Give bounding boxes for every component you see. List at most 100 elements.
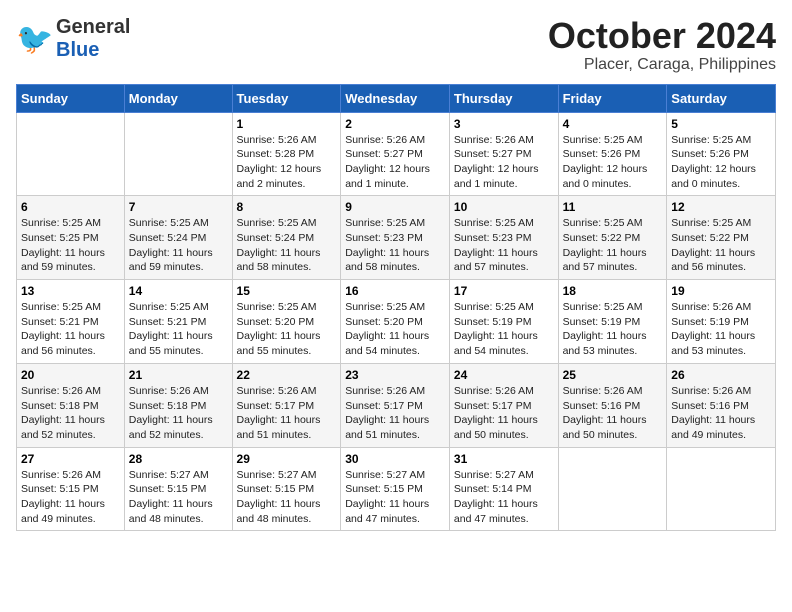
day-number: 9 [345,200,445,214]
day-info: Sunrise: 5:26 AMSunset: 5:18 PMDaylight:… [129,385,213,441]
day-number: 31 [454,452,554,466]
day-number: 23 [345,368,445,382]
day-info: Sunrise: 5:25 AMSunset: 5:22 PMDaylight:… [563,217,647,273]
day-number: 16 [345,284,445,298]
day-number: 17 [454,284,554,298]
day-info: Sunrise: 5:25 AMSunset: 5:24 PMDaylight:… [237,217,321,273]
day-number: 8 [237,200,337,214]
day-number: 18 [563,284,663,298]
day-number: 3 [454,117,554,131]
column-header-wednesday: Wednesday [341,84,450,112]
day-number: 19 [671,284,771,298]
day-info: Sunrise: 5:25 AMSunset: 5:24 PMDaylight:… [129,217,213,273]
page-header: 🐦 General Blue October 2024 Placer, Cara… [16,16,776,74]
day-number: 5 [671,117,771,131]
day-number: 20 [21,368,120,382]
day-number: 4 [563,117,663,131]
day-number: 13 [21,284,120,298]
day-info: Sunrise: 5:26 AMSunset: 5:15 PMDaylight:… [21,469,105,525]
day-info: Sunrise: 5:25 AMSunset: 5:21 PMDaylight:… [129,301,213,357]
calendar-cell: 26Sunrise: 5:26 AMSunset: 5:16 PMDayligh… [667,363,776,447]
svg-text:🐦: 🐦 [16,23,52,56]
day-number: 10 [454,200,554,214]
day-info: Sunrise: 5:25 AMSunset: 5:25 PMDaylight:… [21,217,105,273]
calendar-cell: 9 Sunrise: 5:25 AMSunset: 5:23 PMDaylight… [341,196,450,280]
logo: 🐦 General Blue [16,16,130,62]
day-number: 15 [237,284,337,298]
calendar-cell [667,447,776,531]
day-number: 21 [129,368,228,382]
day-number: 2 [345,117,445,131]
calendar-cell: 20 Sunrise: 5:26 AMSunset: 5:18 PMDayligh… [17,363,125,447]
day-number: 22 [237,368,337,382]
calendar-cell: 25Sunrise: 5:26 AMSunset: 5:16 PMDayligh… [558,363,667,447]
day-info: Sunrise: 5:26 AMSunset: 5:19 PMDaylight:… [671,301,755,357]
day-info: Sunrise: 5:25 AMSunset: 5:22 PMDaylight:… [671,217,755,273]
day-info: Sunrise: 5:26 AMSunset: 5:27 PMDaylight:… [345,134,430,190]
calendar-cell: 18 Sunrise: 5:25 AMSunset: 5:19 PMDayligh… [558,280,667,364]
logo-text-block: General Blue [56,16,130,62]
calendar-cell: 21 Sunrise: 5:26 AMSunset: 5:18 PMDayligh… [124,363,232,447]
day-number: 29 [237,452,337,466]
calendar-cell: 28Sunrise: 5:27 AMSunset: 5:15 PMDayligh… [124,447,232,531]
day-info: Sunrise: 5:25 AMSunset: 5:23 PMDaylight:… [454,217,538,273]
day-number: 25 [563,368,663,382]
calendar-cell: 27 Sunrise: 5:26 AMSunset: 5:15 PMDayligh… [17,447,125,531]
calendar-cell: 3 Sunrise: 5:26 AMSunset: 5:27 PMDaylight… [449,112,558,196]
calendar-cell: 30Sunrise: 5:27 AMSunset: 5:15 PMDayligh… [341,447,450,531]
calendar-cell: 29 Sunrise: 5:27 AMSunset: 5:15 PMDayligh… [232,447,341,531]
logo-bird-icon: 🐦 [16,21,52,57]
day-info: Sunrise: 5:27 AMSunset: 5:14 PMDaylight:… [454,469,538,525]
day-number: 6 [21,200,120,214]
day-number: 27 [21,452,120,466]
day-info: Sunrise: 5:27 AMSunset: 5:15 PMDaylight:… [237,469,321,525]
column-header-monday: Monday [124,84,232,112]
column-header-friday: Friday [558,84,667,112]
column-header-sunday: Sunday [17,84,125,112]
day-number: 24 [454,368,554,382]
day-info: Sunrise: 5:27 AMSunset: 5:15 PMDaylight:… [129,469,213,525]
column-header-thursday: Thursday [449,84,558,112]
day-info: Sunrise: 5:26 AMSunset: 5:18 PMDaylight:… [21,385,105,441]
calendar-cell: 1Sunrise: 5:26 AMSunset: 5:28 PMDaylight… [232,112,341,196]
day-number: 12 [671,200,771,214]
calendar-cell: 5 Sunrise: 5:25 AMSunset: 5:26 PMDaylight… [667,112,776,196]
day-number: 14 [129,284,228,298]
calendar-cell: 31 Sunrise: 5:27 AMSunset: 5:14 PMDayligh… [449,447,558,531]
day-number: 7 [129,200,228,214]
day-info: Sunrise: 5:26 AMSunset: 5:27 PMDaylight:… [454,134,539,190]
calendar-cell: 11Sunrise: 5:25 AMSunset: 5:22 PMDayligh… [558,196,667,280]
day-info: Sunrise: 5:25 AMSunset: 5:23 PMDaylight:… [345,217,429,273]
column-header-tuesday: Tuesday [232,84,341,112]
day-number: 26 [671,368,771,382]
calendar-cell: 22Sunrise: 5:26 AMSunset: 5:17 PMDayligh… [232,363,341,447]
day-info: Sunrise: 5:26 AMSunset: 5:28 PMDaylight:… [237,134,322,190]
calendar-table: SundayMondayTuesdayWednesdayThursdayFrid… [16,84,776,532]
day-info: Sunrise: 5:25 AMSunset: 5:19 PMDaylight:… [563,301,647,357]
logo-blue: Blue [56,39,99,62]
title-block: October 2024 Placer, Caraga, Philippines [548,16,776,74]
calendar-cell: 24 Sunrise: 5:26 AMSunset: 5:17 PMDayligh… [449,363,558,447]
day-info: Sunrise: 5:26 AMSunset: 5:17 PMDaylight:… [345,385,429,441]
calendar-cell: 7 Sunrise: 5:25 AMSunset: 5:24 PMDaylight… [124,196,232,280]
calendar-cell: 4 Sunrise: 5:25 AMSunset: 5:26 PMDaylight… [558,112,667,196]
day-info: Sunrise: 5:25 AMSunset: 5:26 PMDaylight:… [671,134,756,190]
calendar-cell: 13 Sunrise: 5:25 AMSunset: 5:21 PMDayligh… [17,280,125,364]
column-header-saturday: Saturday [667,84,776,112]
calendar-cell: 8 Sunrise: 5:25 AMSunset: 5:24 PMDaylight… [232,196,341,280]
day-info: Sunrise: 5:25 AMSunset: 5:21 PMDaylight:… [21,301,105,357]
day-info: Sunrise: 5:26 AMSunset: 5:17 PMDaylight:… [454,385,538,441]
calendar-title: October 2024 [548,16,776,56]
calendar-cell [17,112,125,196]
calendar-cell [558,447,667,531]
calendar-cell: 16Sunrise: 5:25 AMSunset: 5:20 PMDayligh… [341,280,450,364]
day-info: Sunrise: 5:25 AMSunset: 5:20 PMDaylight:… [237,301,321,357]
day-number: 30 [345,452,445,466]
logo-general: General [56,16,130,39]
calendar-cell: 23 Sunrise: 5:26 AMSunset: 5:17 PMDayligh… [341,363,450,447]
calendar-cell: 12 Sunrise: 5:25 AMSunset: 5:22 PMDayligh… [667,196,776,280]
calendar-cell: 10 Sunrise: 5:25 AMSunset: 5:23 PMDayligh… [449,196,558,280]
day-info: Sunrise: 5:25 AMSunset: 5:26 PMDaylight:… [563,134,648,190]
calendar-cell: 17Sunrise: 5:25 AMSunset: 5:19 PMDayligh… [449,280,558,364]
calendar-cell: 14 Sunrise: 5:25 AMSunset: 5:21 PMDayligh… [124,280,232,364]
